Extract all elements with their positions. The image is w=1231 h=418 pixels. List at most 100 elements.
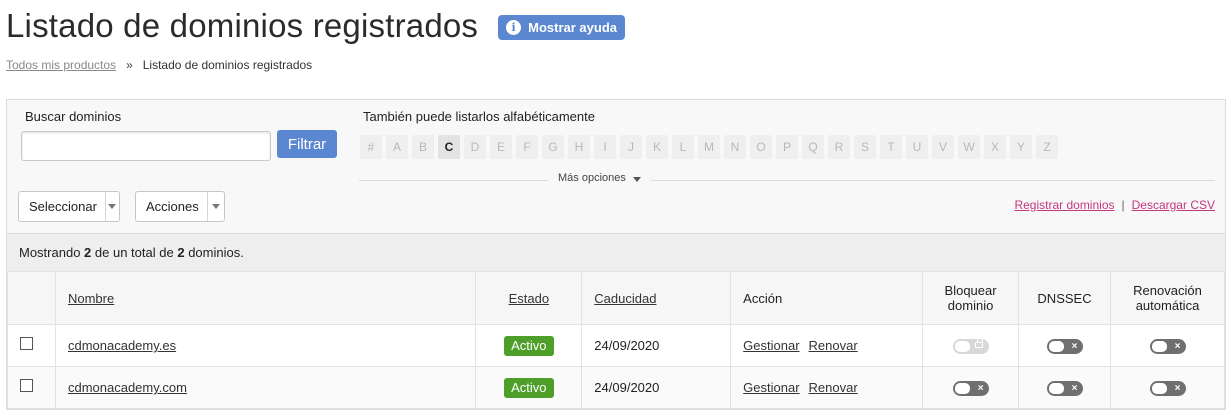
header-lock-domain: Bloquear dominio xyxy=(922,271,1020,325)
lock-cell xyxy=(922,324,1020,367)
close-icon: × xyxy=(1174,340,1181,352)
alpha-letter-n[interactable]: N xyxy=(724,135,746,159)
download-csv-link[interactable]: Descargar CSV xyxy=(1132,198,1215,212)
chevron-down-icon xyxy=(211,204,220,209)
auto-renewal-toggle[interactable]: × xyxy=(1149,380,1186,396)
alpha-letter-z[interactable]: Z xyxy=(1036,135,1058,159)
alphabet-label: También puede listarlos alfabéticamente xyxy=(363,109,595,124)
alpha-letter-b[interactable]: B xyxy=(412,135,434,159)
alpha-letter-t[interactable]: T xyxy=(880,135,902,159)
manage-link[interactable]: Gestionar xyxy=(743,380,799,395)
renew-link[interactable]: Renovar xyxy=(809,380,858,395)
status-cell: Activo xyxy=(475,366,583,409)
domain-cell: cdmonacademy.com xyxy=(54,366,477,409)
summary-total-count: 2 xyxy=(177,245,185,260)
toggle-knob xyxy=(954,382,970,394)
select-dropdown-label: Seleccionar xyxy=(29,199,97,214)
alpha-letter-f[interactable]: F xyxy=(516,135,538,159)
domain-link[interactable]: cdmonacademy.es xyxy=(68,338,176,353)
row-select-cell xyxy=(7,324,56,367)
header-name[interactable]: Nombre xyxy=(54,271,477,325)
alpha-letter-a[interactable]: A xyxy=(386,135,408,159)
header-status[interactable]: Estado xyxy=(475,271,583,325)
alpha-letter-o[interactable]: O xyxy=(750,135,772,159)
show-help-button[interactable]: i Mostrar ayuda xyxy=(498,14,626,40)
more-options-label: Más opciones xyxy=(558,172,626,184)
more-options-toggle[interactable]: Más opciones xyxy=(548,172,651,184)
alpha-letter-j[interactable]: J xyxy=(620,135,642,159)
summary-shown-count: 2 xyxy=(84,245,92,260)
search-input[interactable] xyxy=(21,131,271,161)
manage-link[interactable]: Gestionar xyxy=(743,338,799,353)
panel-links: Registrar dominios | Descargar CSV xyxy=(1014,198,1215,212)
chevron-down-icon xyxy=(632,176,641,182)
alpha-letter-g[interactable]: G xyxy=(542,135,564,159)
header-auto-renewal: Renovación automática xyxy=(1110,271,1225,325)
row-checkbox[interactable] xyxy=(20,337,33,351)
toggle-knob xyxy=(1151,340,1167,352)
domain-cell: cdmonacademy.es xyxy=(54,324,477,367)
summary-suffix: dominios. xyxy=(188,245,244,260)
alpha-letter-h[interactable]: H xyxy=(568,135,590,159)
alpha-letter-i[interactable]: I xyxy=(594,135,616,159)
select-dropdown-toggle[interactable] xyxy=(104,192,119,221)
toggle-knob xyxy=(1048,340,1064,352)
alpha-letter-l[interactable]: L xyxy=(672,135,694,159)
search-label: Buscar dominios xyxy=(25,109,122,124)
breadcrumb-current: Listado de dominios registrados xyxy=(142,58,313,72)
breadcrumb-root-link[interactable]: Todos mis productos xyxy=(6,58,116,72)
dnssec-toggle[interactable]: × xyxy=(1046,338,1083,354)
alpha-letter-c[interactable]: C xyxy=(438,135,460,159)
expiry-cell: 24/09/2020 xyxy=(581,324,732,367)
header-name-label[interactable]: Nombre xyxy=(68,291,114,306)
alpha-letter-p[interactable]: P xyxy=(776,135,798,159)
domains-table: Nombre Estado Caducidad Acción Bloquear … xyxy=(7,271,1225,409)
alpha-letter-k[interactable]: K xyxy=(646,135,668,159)
results-summary: Mostrando 2 de un total de 2 dominios. xyxy=(7,233,1225,271)
status-badge: Activo xyxy=(504,335,554,356)
filter-button[interactable]: Filtrar xyxy=(277,130,337,158)
dnssec-toggle[interactable]: × xyxy=(1046,380,1083,396)
domain-link[interactable]: cdmonacademy.com xyxy=(68,380,187,395)
action-cell: Gestionar Renovar xyxy=(730,324,924,367)
table-row: cdmonacademy.es Activo 24/09/2020 Gestio… xyxy=(7,324,1225,367)
auto-renewal-toggle[interactable]: × xyxy=(1149,338,1186,354)
row-select-cell xyxy=(7,366,56,409)
toggle-knob xyxy=(954,340,970,352)
close-icon: × xyxy=(1071,382,1078,394)
header-expiry[interactable]: Caducidad xyxy=(581,271,732,325)
alpha-letter-q[interactable]: Q xyxy=(802,135,824,159)
alpha-letter-e[interactable]: E xyxy=(490,135,512,159)
alpha-letter-x[interactable]: X xyxy=(984,135,1006,159)
link-separator: | xyxy=(1121,198,1125,212)
expiry-cell: 24/09/2020 xyxy=(581,366,732,409)
actions-dropdown[interactable]: Acciones xyxy=(135,191,225,222)
lock-domain-toggle[interactable]: × xyxy=(952,380,989,396)
lock-icon xyxy=(974,337,983,348)
renewal-cell: × xyxy=(1110,324,1225,367)
table-row: cdmonacademy.com Activo 24/09/2020 Gesti… xyxy=(7,366,1225,409)
renew-link[interactable]: Renovar xyxy=(809,338,858,353)
alpha-letter-y[interactable]: Y xyxy=(1010,135,1032,159)
show-help-label: Mostrar ayuda xyxy=(528,19,618,35)
header-status-label[interactable]: Estado xyxy=(509,291,549,306)
info-icon: i xyxy=(506,19,522,35)
actions-dropdown-label: Acciones xyxy=(146,199,199,214)
register-domains-link[interactable]: Registrar dominios xyxy=(1014,198,1114,212)
actions-dropdown-toggle[interactable] xyxy=(206,192,224,221)
lock-cell: × xyxy=(922,366,1020,409)
select-dropdown[interactable]: Seleccionar xyxy=(18,191,120,222)
alpha-letter-v[interactable]: V xyxy=(932,135,954,159)
alpha-letter-r[interactable]: R xyxy=(828,135,850,159)
row-checkbox[interactable] xyxy=(20,379,33,393)
more-options-divider xyxy=(359,180,1215,181)
alpha-letter-hash[interactable]: # xyxy=(360,135,382,159)
alpha-letter-m[interactable]: M xyxy=(698,135,720,159)
summary-prefix: Mostrando xyxy=(19,245,81,260)
alpha-letter-u[interactable]: U xyxy=(906,135,928,159)
alpha-letter-w[interactable]: W xyxy=(958,135,980,159)
table-header-row: Nombre Estado Caducidad Acción Bloquear … xyxy=(7,271,1225,325)
alpha-letter-s[interactable]: S xyxy=(854,135,876,159)
header-expiry-label[interactable]: Caducidad xyxy=(594,291,656,306)
alpha-letter-d[interactable]: D xyxy=(464,135,486,159)
